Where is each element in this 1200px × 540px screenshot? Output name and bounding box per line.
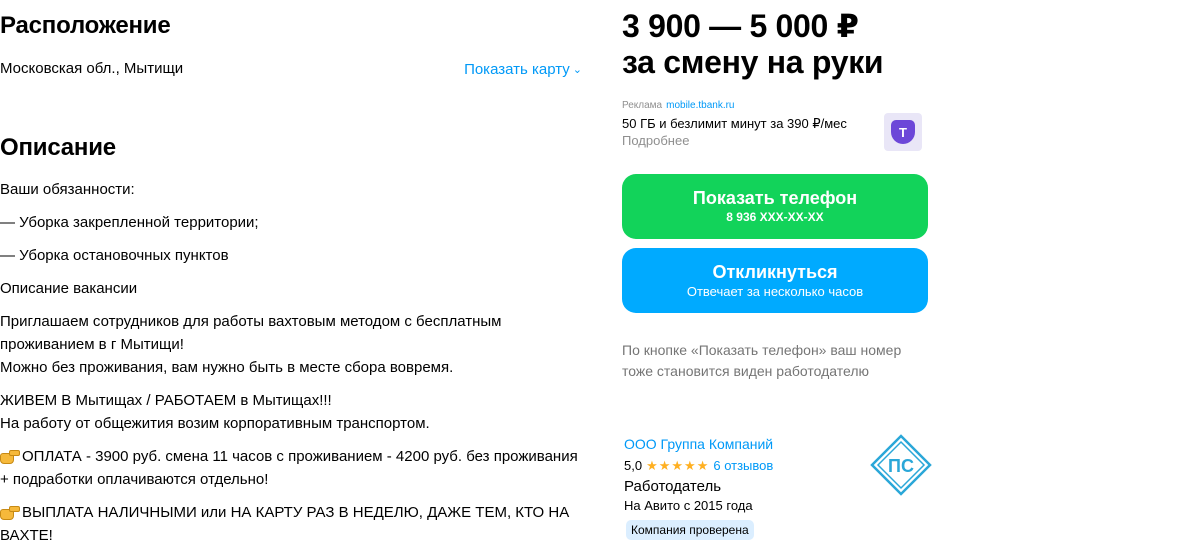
show-phone-label: Показать телефон	[692, 188, 858, 208]
description-line: Можно без проживания, вам нужно быть в м…	[0, 359, 454, 376]
tbank-logo-icon[interactable]: T	[884, 113, 922, 151]
company-logo-icon[interactable]: ПС	[870, 434, 932, 496]
ad-more-link[interactable]: Подробнее	[622, 133, 689, 148]
description-heading: Описание	[0, 134, 116, 161]
description-line: На работу от общежития возим корпоративн…	[0, 415, 430, 432]
pointing-hand-icon	[0, 450, 20, 464]
ad-banner[interactable]: Реклама mobile.tbank.ru 50 ГБ и безлимит …	[622, 100, 928, 156]
description-line: ЖИВЕМ В Мытищах / РАБОТАЕМ в Мытищах!!!	[0, 392, 332, 409]
phone-number: 8 936 XXX-XX-XX	[726, 210, 824, 224]
chevron-down-icon: ⌄	[572, 64, 582, 76]
verified-badge: Компания проверена	[626, 520, 754, 540]
reply-label: Откликнуться	[712, 262, 838, 282]
description-line: ОПЛАТА - 3900 руб. смена 11 часов с прож…	[0, 448, 578, 488]
reviews-link[interactable]: 6 отзывов	[713, 458, 773, 473]
description-line: Ваши обязанности:	[0, 181, 135, 198]
description-line: — Уборка остановочных пунктов	[0, 247, 229, 264]
ad-logo-letter: T	[891, 120, 915, 144]
salary-range: 3 900 — 5 000 ₽	[622, 8, 859, 44]
description-line: Приглашаем сотрудников для работы вахтов…	[0, 313, 502, 353]
reply-button[interactable]: Откликнуться Отвечает за несколько часов	[622, 248, 928, 313]
show-map-label: Показать карту	[464, 61, 570, 78]
ad-text[interactable]: 50 ГБ и безлимит минут за 390 ₽/мес	[622, 116, 847, 132]
star-icon: ★★★★★	[646, 458, 710, 473]
company-logo-text: ПС	[888, 456, 914, 476]
rating-value: 5,0	[624, 458, 643, 473]
phone-visibility-note: По кнопке «Показать телефон» ваш номер т…	[622, 342, 902, 379]
reply-subtext: Отвечает за несколько часов	[686, 284, 864, 299]
employer-since: На Авито с 2015 года	[624, 498, 753, 513]
salary-block: 3 900 — 5 000 ₽ за смену на руки	[622, 8, 884, 80]
show-phone-button[interactable]: Показать телефон 8 936 XXX-XX-XX	[622, 174, 928, 239]
show-map-link[interactable]: Показать карту ⌄	[464, 61, 582, 78]
ad-label-text: Реклама	[622, 100, 663, 111]
employer-name-link[interactable]: ООО Группа Компаний	[624, 436, 773, 452]
ad-label: Реклама mobile.tbank.ru	[622, 100, 735, 111]
description-line: Описание вакансии	[0, 280, 138, 297]
description-line: ВЫПЛАТА НАЛИЧНЫМИ или НА КАРТУ РАЗ В НЕД…	[0, 504, 570, 540]
description-line: — Уборка закрепленной территории;	[0, 214, 259, 231]
location-heading: Расположение	[0, 12, 171, 39]
location-address: Московская обл., Мытищи	[0, 60, 184, 77]
description-text: Ваши обязанности: — Уборка закрепленной …	[0, 178, 590, 540]
pointing-hand-icon	[0, 506, 20, 520]
ad-domain[interactable]: mobile.tbank.ru	[666, 100, 734, 111]
salary-period: за смену на руки	[622, 44, 884, 80]
employer-role: Работодатель	[624, 478, 722, 495]
employer-rating: 5,0 ★★★★★ 6 отзывов	[624, 458, 773, 474]
